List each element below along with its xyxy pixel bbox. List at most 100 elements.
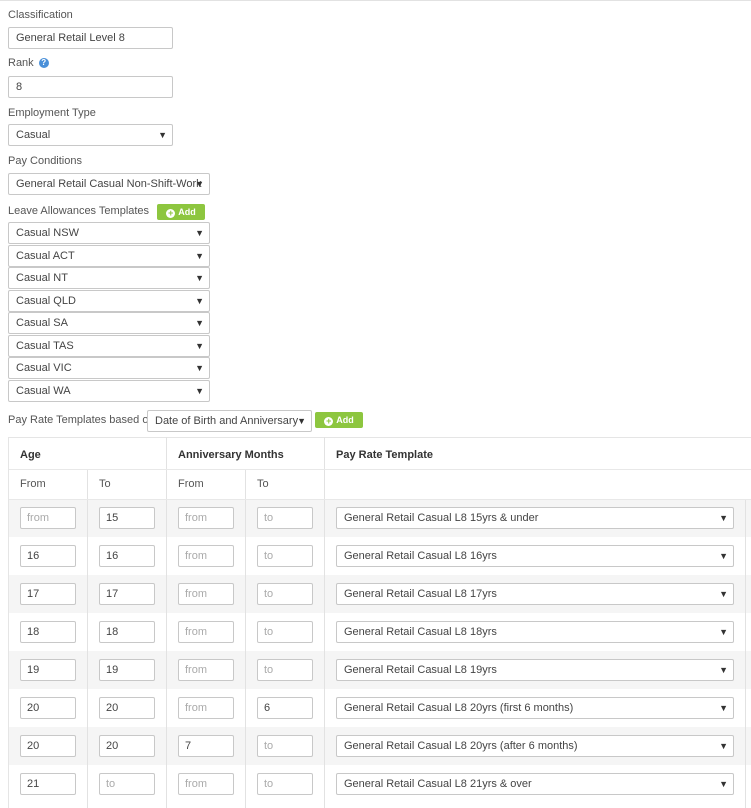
ann-from-input[interactable]: 7 — [178, 735, 234, 757]
age-to-input[interactable]: 19 — [99, 659, 155, 681]
ann-from-input[interactable]: from — [178, 583, 234, 605]
rate-template-select[interactable]: General Retail Casual L8 18yrs ▼ — [336, 621, 734, 643]
rate-template-value: General Retail Casual L8 15yrs & under — [344, 512, 539, 524]
ann-from-input[interactable]: from — [178, 507, 234, 529]
ann-from-input[interactable]: from — [178, 659, 234, 681]
rate-template-value: General Retail Casual L8 19yrs — [344, 664, 497, 676]
leave-add-button[interactable]: + Add — [157, 204, 205, 220]
leave-template-select[interactable]: Casual TAS ▼ — [8, 335, 210, 357]
age-to-input[interactable]: 16 — [99, 545, 155, 567]
leave-template-select[interactable]: Casual QLD ▼ — [8, 290, 210, 312]
age-from-input[interactable]: 17 — [20, 583, 76, 605]
age-to-input[interactable]: 20 — [99, 697, 155, 719]
age-to-header: To — [99, 478, 111, 490]
rate-template-value: General Retail Casual L8 21yrs & over — [344, 778, 532, 790]
rate-template-value: General Retail Casual L8 20yrs (first 6 … — [344, 702, 574, 714]
rate-template-value: General Retail Casual L8 18yrs — [344, 626, 497, 638]
ann-to-input[interactable]: 6 — [257, 697, 313, 719]
header-divider — [9, 499, 751, 500]
age-from-input[interactable]: 18 — [20, 621, 76, 643]
ann-to-input[interactable]: to — [257, 773, 313, 795]
caret-down-icon: ▼ — [719, 589, 728, 599]
header-divider — [9, 469, 751, 470]
top-divider — [0, 0, 751, 1]
age-header: Age — [20, 449, 41, 461]
age-to-input[interactable]: 17 — [99, 583, 155, 605]
ann-to-input[interactable]: to — [257, 735, 313, 757]
caret-down-icon: ▼ — [719, 513, 728, 523]
age-to-input[interactable]: to — [99, 773, 155, 795]
ann-from-input[interactable]: from — [178, 697, 234, 719]
age-to-input[interactable]: 15 — [99, 507, 155, 529]
rate-template-select[interactable]: General Retail Casual L8 19yrs ▼ — [336, 659, 734, 681]
pay-conditions-label: Pay Conditions — [8, 155, 82, 167]
leave-template-select[interactable]: Casual NT ▼ — [8, 267, 210, 289]
ann-from-input[interactable]: from — [178, 621, 234, 643]
ann-to-input[interactable]: to — [257, 659, 313, 681]
age-to-input[interactable]: 18 — [99, 621, 155, 643]
caret-down-icon: ▼ — [195, 251, 204, 261]
plus-circle-icon: + — [324, 416, 334, 426]
pay-rate-basis-value: Date of Birth and Anniversary — [155, 415, 299, 427]
rate-template-select[interactable]: General Retail Casual L8 20yrs (after 6 … — [336, 735, 734, 757]
classification-input[interactable]: General Retail Level 8 — [8, 27, 173, 49]
ann-to-input[interactable]: to — [257, 507, 313, 529]
caret-down-icon: ▼ — [195, 318, 204, 328]
pay-rate-add-label: Add — [336, 415, 354, 425]
age-from-input[interactable]: 20 — [20, 697, 76, 719]
leave-template-select[interactable]: Casual ACT ▼ — [8, 245, 210, 267]
classification-label: Classification — [8, 9, 73, 21]
rate-template-select[interactable]: General Retail Casual L8 21yrs & over ▼ — [336, 773, 734, 795]
age-from-input[interactable]: 21 — [20, 773, 76, 795]
rate-template-value: General Retail Casual L8 17yrs — [344, 588, 497, 600]
leave-template-value: Casual SA — [16, 317, 68, 329]
caret-down-icon: ▼ — [195, 363, 204, 373]
leave-template-select[interactable]: Casual WA ▼ — [8, 380, 210, 402]
pay-conditions-select[interactable]: General Retail Casual Non-Shift-Work ▼ — [8, 173, 210, 195]
caret-down-icon: ▼ — [297, 416, 306, 426]
caret-down-icon: ▼ — [158, 130, 167, 140]
ann-to-input[interactable]: to — [257, 545, 313, 567]
pay-rate-add-button[interactable]: + Add — [315, 412, 363, 428]
caret-down-icon: ▼ — [719, 665, 728, 675]
leave-template-value: Casual NT — [16, 272, 68, 284]
employment-type-select[interactable]: Casual ▼ — [8, 124, 173, 146]
column-divider — [245, 469, 246, 808]
anniversary-header: Anniversary Months — [178, 449, 284, 461]
age-from-input[interactable]: 20 — [20, 735, 76, 757]
rank-label-wrap: Rank ? — [8, 57, 49, 69]
pay-rate-basis-select[interactable]: Date of Birth and Anniversary ▼ — [147, 410, 312, 432]
age-from-input[interactable]: 16 — [20, 545, 76, 567]
age-from-input[interactable]: from — [20, 507, 76, 529]
leave-template-select[interactable]: Casual NSW ▼ — [8, 222, 210, 244]
rate-template-select[interactable]: General Retail Casual L8 17yrs ▼ — [336, 583, 734, 605]
ann-from-input[interactable]: from — [178, 773, 234, 795]
rank-input[interactable]: 8 — [8, 76, 173, 98]
column-divider — [87, 469, 88, 808]
age-from-input[interactable]: 19 — [20, 659, 76, 681]
column-divider — [324, 437, 325, 808]
leave-allowances-label: Leave Allowances Templates — [8, 205, 150, 217]
leave-template-value: Casual NSW — [16, 227, 79, 239]
leave-template-select[interactable]: Casual VIC ▼ — [8, 357, 210, 379]
caret-down-icon: ▼ — [719, 741, 728, 751]
ann-from-input[interactable]: from — [178, 545, 234, 567]
ann-to-input[interactable]: to — [257, 621, 313, 643]
caret-down-icon: ▼ — [195, 273, 204, 283]
caret-down-icon: ▼ — [195, 341, 204, 351]
employment-type-value: Casual — [16, 129, 51, 141]
ann-from-header: From — [178, 478, 204, 490]
question-circle-icon[interactable]: ? — [38, 58, 49, 68]
age-to-input[interactable]: 20 — [99, 735, 155, 757]
leave-template-select[interactable]: Casual SA ▼ — [8, 312, 210, 334]
rate-template-select[interactable]: General Retail Casual L8 20yrs (first 6 … — [336, 697, 734, 719]
column-divider — [745, 499, 746, 808]
column-divider — [166, 437, 167, 808]
ann-to-input[interactable]: to — [257, 583, 313, 605]
rate-template-select[interactable]: General Retail Casual L8 15yrs & under ▼ — [336, 507, 734, 529]
plus-circle-icon: + — [166, 208, 176, 218]
caret-down-icon: ▼ — [195, 296, 204, 306]
age-from-header: From — [20, 478, 46, 490]
leave-template-value: Casual WA — [16, 385, 71, 397]
rate-template-select[interactable]: General Retail Casual L8 16yrs ▼ — [336, 545, 734, 567]
